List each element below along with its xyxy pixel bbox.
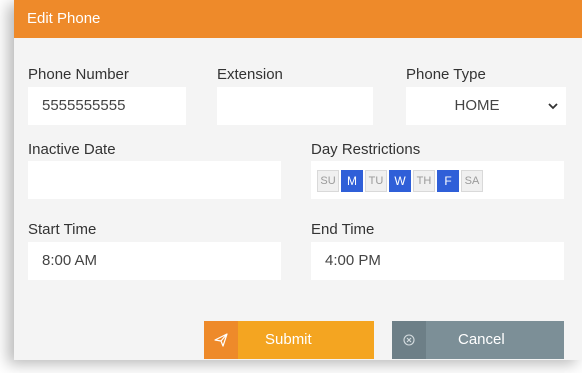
phone-type-label: Phone Type — [406, 66, 486, 83]
send-icon — [204, 321, 238, 359]
extension-input[interactable] — [217, 87, 373, 125]
day-restrictions-picker: SU M TU W TH F SA — [311, 161, 564, 199]
day-restrictions-label: Day Restrictions — [311, 141, 421, 158]
day-toggle-tuesday[interactable]: TU — [365, 170, 387, 192]
phone-type-value: HOME — [454, 97, 500, 114]
day-toggle-thursday[interactable]: TH — [413, 170, 435, 192]
cancel-circle-icon — [392, 321, 426, 359]
extension-label: Extension — [217, 66, 283, 83]
day-toggle-friday[interactable]: F — [437, 170, 459, 192]
cancel-button[interactable]: Cancel — [392, 321, 564, 359]
end-time-input[interactable]: 4:00 PM — [311, 242, 564, 280]
phone-number-input[interactable]: 5555555555 — [28, 87, 186, 125]
submit-button[interactable]: Submit — [204, 321, 374, 359]
cancel-label: Cancel — [458, 331, 505, 348]
day-toggle-saturday[interactable]: SA — [461, 170, 483, 192]
end-time-label: End Time — [311, 221, 375, 238]
inactive-date-label: Inactive Date — [28, 141, 116, 158]
start-time-label: Start Time — [28, 221, 97, 238]
submit-label: Submit — [265, 331, 312, 348]
edit-phone-dialog: Edit Phone Phone Number 5555555555 Exten… — [14, 0, 582, 360]
day-toggle-monday[interactable]: M — [341, 170, 363, 192]
start-time-input[interactable]: 8:00 AM — [28, 242, 281, 280]
day-toggle-sunday[interactable]: SU — [317, 170, 339, 192]
phone-number-label: Phone Number — [28, 66, 129, 83]
chevron-down-icon — [548, 87, 558, 140]
dialog-title: Edit Phone — [14, 0, 582, 38]
inactive-date-input[interactable] — [28, 161, 281, 199]
day-toggle-wednesday[interactable]: W — [389, 170, 411, 192]
phone-type-select[interactable]: HOME — [406, 87, 566, 125]
